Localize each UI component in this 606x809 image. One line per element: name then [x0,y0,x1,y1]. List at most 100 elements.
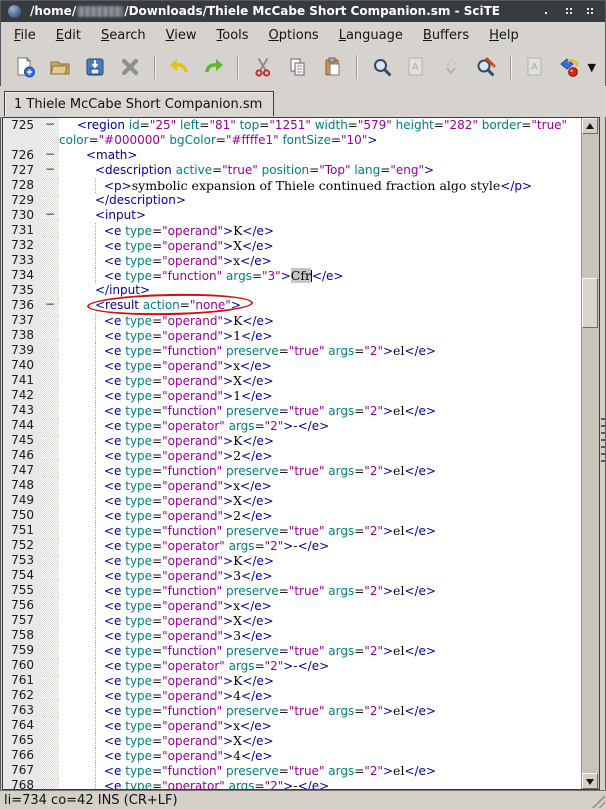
menu-view[interactable]: View [156,25,207,46]
fold-margin [41,748,59,763]
code-line[interactable]: 750<e type="operand">2</e> [3,508,582,523]
scrollbar-thumb[interactable] [582,278,598,328]
code-line[interactable]: 749<e type="operand">X</e> [3,493,582,508]
code-line[interactable]: 746<e type="operand">2</e> [3,448,582,463]
code-line[interactable]: 730−<input> [3,208,582,223]
redo-button[interactable] [200,52,229,82]
code-line[interactable]: color="#000000" bgColor="#ffffe1" fontSi… [3,133,582,148]
menu-file[interactable]: File [4,25,46,46]
fold-margin [41,553,59,568]
code-line[interactable]: 738<e type="operand">1</e> [3,328,582,343]
code-line[interactable]: 729</description> [3,193,582,208]
scite-window: { "window": { "title_prefix": "/home/", … [0,0,606,809]
code-line[interactable]: 726−<math> [3,148,582,163]
menu-help[interactable]: Help [479,25,529,46]
fold-marker[interactable]: − [41,163,59,178]
code-line[interactable]: 768<e type="operator" args="2">-</e> [3,778,582,789]
undo-button[interactable] [165,52,194,82]
code-line[interactable]: 743<e type="function" preserve="true" ar… [3,403,582,418]
code-line[interactable]: 758<e type="operand">3</e> [3,628,582,643]
go-button[interactable] [556,52,585,82]
maximize-button[interactable] [564,7,572,15]
code-line[interactable]: 762<e type="operand">4</e> [3,688,582,703]
minimize-button[interactable] [542,7,550,15]
replace-button[interactable] [472,52,501,82]
code-line[interactable]: 757<e type="operand">X</e> [3,613,582,628]
scroll-up-button[interactable] [582,118,598,134]
editor-pane[interactable]: 725−<region id="25" left="81" top="1251"… [2,117,600,790]
find-next-button[interactable]: A [402,52,431,82]
paste-button[interactable] [318,52,347,82]
fold-margin [41,313,59,328]
code-line[interactable]: 745<e type="operand">K</e> [3,433,582,448]
app-icon [8,5,21,18]
code-line[interactable]: 727−<description active="true" position=… [3,163,582,178]
code-line[interactable]: 735</input> [3,283,582,298]
find-previous-button[interactable] [437,52,466,82]
code-line[interactable]: 753<e type="operand">K</e> [3,553,582,568]
line-number: 729 [3,193,41,208]
code-line[interactable]: 733<e type="operand">x</e> [3,253,582,268]
menu-edit[interactable]: Edit [46,25,91,46]
menu-tools[interactable]: Tools [207,25,259,46]
save-file-button[interactable] [81,52,110,82]
find-button[interactable] [367,52,396,82]
fold-margin [41,508,59,523]
code-line[interactable]: 736−<result action="none"> [3,298,582,313]
close-button[interactable] [586,7,594,15]
new-file-button[interactable] [11,52,40,82]
code-line[interactable]: 747<e type="function" preserve="true" ar… [3,463,582,478]
code-line[interactable]: 739<e type="function" preserve="true" ar… [3,343,582,358]
fold-margin [41,283,59,298]
scroll-down-button[interactable] [582,773,598,789]
cut-button[interactable] [248,52,277,82]
fold-marker[interactable]: − [41,208,59,223]
code-line[interactable]: 752<e type="operator" args="2">-</e> [3,538,582,553]
code-line[interactable]: 741<e type="operand">X</e> [3,373,582,388]
open-file-button[interactable] [46,52,75,82]
toolbar-separator [510,55,512,79]
code-line[interactable]: 765<e type="operand">X</e> [3,733,582,748]
menu-search[interactable]: Search [91,25,156,46]
close-file-button[interactable] [116,52,145,82]
code-line[interactable]: 755<e type="function" preserve="true" ar… [3,583,582,598]
tab-document[interactable]: 1 Thiele McCabe Short Companion.sm [4,91,274,116]
code-line[interactable]: 761<e type="operand">K</e> [3,673,582,688]
fold-marker[interactable]: − [41,118,59,133]
pane-splitter-grip[interactable] [601,418,605,465]
fold-margin [41,448,59,463]
code-line[interactable]: 744<e type="operator" args="2">-</e> [3,418,582,433]
build-button[interactable]: A [521,52,550,82]
menu-language[interactable]: Language [329,25,413,46]
resize-grip[interactable] [590,793,605,808]
code-line[interactable]: 734<e type="function" args="3">Cfr</e> [3,268,582,283]
code-area[interactable]: 725−<region id="25" left="81" top="1251"… [3,118,582,789]
code-line[interactable]: 737<e type="operand">K</e> [3,313,582,328]
menu-buffers[interactable]: Buffers [413,25,479,46]
code-line[interactable]: 754<e type="operand">3</e> [3,568,582,583]
code-line[interactable]: 764<e type="operand">x</e> [3,718,582,733]
menu-bar: FileEditSearchViewToolsOptionsLanguageBu… [0,22,606,48]
code-line[interactable]: 731<e type="operand">K</e> [3,223,582,238]
fold-marker[interactable]: − [41,148,59,163]
vertical-scrollbar[interactable] [581,118,599,789]
code-line[interactable]: 725−<region id="25" left="81" top="1251"… [3,118,582,133]
code-line[interactable]: 759<e type="function" preserve="true" ar… [3,643,582,658]
line-number: 765 [3,733,41,748]
code-line[interactable]: 751<e type="function" preserve="true" ar… [3,523,582,538]
toolbar-overflow-button[interactable]: ▼ [588,61,596,74]
code-line[interactable]: 732<e type="operand">X</e> [3,238,582,253]
code-line[interactable]: 728<p>symbolic expansion of Thiele conti… [3,178,582,193]
code-line[interactable]: 748<e type="operand">x</e> [3,478,582,493]
code-line[interactable]: 767<e type="function" preserve="true" ar… [3,763,582,778]
menu-options[interactable]: Options [259,25,329,46]
code-line[interactable]: 756<e type="operand">x</e> [3,598,582,613]
line-number: 735 [3,283,41,298]
code-line[interactable]: 766<e type="operand">4</e> [3,748,582,763]
code-line[interactable]: 763<e type="function" preserve="true" ar… [3,703,582,718]
copy-button[interactable] [283,52,312,82]
code-line[interactable]: 742<e type="operand">1</e> [3,388,582,403]
code-line[interactable]: 740<e type="operand">x</e> [3,358,582,373]
fold-marker[interactable]: − [41,298,59,313]
code-line[interactable]: 760<e type="operator" args="2">-</e> [3,658,582,673]
